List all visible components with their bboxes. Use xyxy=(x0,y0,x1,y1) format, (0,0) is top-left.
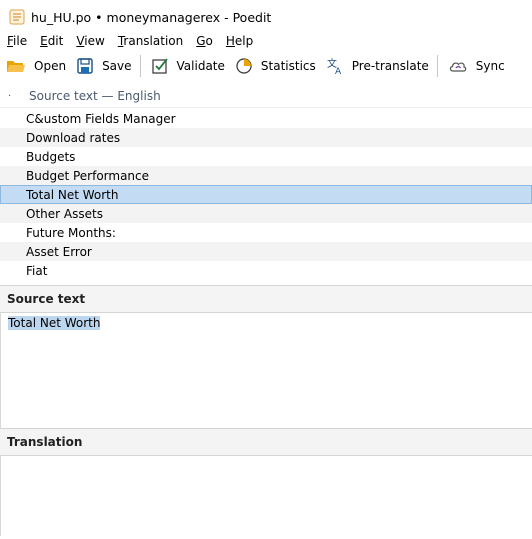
toolbar: Open Save Validate Statistics 文 A Pre-tr… xyxy=(0,51,532,81)
save-label: Save xyxy=(102,59,132,73)
open-button[interactable]: Open xyxy=(6,54,66,78)
menu-help-label: elp xyxy=(234,34,254,48)
list-item[interactable]: Fiat xyxy=(0,261,532,280)
string-list: C&ustom Fields Manager Download rates Bu… xyxy=(0,109,532,280)
string-list-header: · Source text — English xyxy=(0,85,532,108)
pie-chart-icon xyxy=(236,58,252,74)
list-item-selected[interactable]: Total Net Worth xyxy=(0,185,532,204)
statistics-label: Statistics xyxy=(260,59,316,73)
status-column-header: · xyxy=(8,90,12,102)
menu-translation[interactable]: Translation xyxy=(118,34,183,48)
source-text-header: Source text xyxy=(0,285,532,313)
pretranslate-button[interactable]: 文 A Pre-translate xyxy=(326,54,429,78)
menu-view[interactable]: View xyxy=(76,34,104,48)
menu-go[interactable]: Go xyxy=(196,34,213,48)
list-item[interactable]: Budgets xyxy=(0,147,532,166)
list-item[interactable]: Budget Performance xyxy=(0,166,532,185)
list-item[interactable]: Asset Error xyxy=(0,242,532,261)
window-title: hu_HU.po • moneymanagerex - Poedit xyxy=(31,9,272,25)
sync-button[interactable]: Sync xyxy=(448,54,505,78)
validate-button[interactable]: Validate xyxy=(151,54,225,78)
menu-file-label: ile xyxy=(13,34,28,48)
menu-translation-label: ranslation xyxy=(123,34,184,48)
sync-label: Sync xyxy=(475,59,505,73)
poedit-app-icon xyxy=(9,9,25,25)
statistics-button[interactable]: Statistics xyxy=(235,54,316,78)
list-item[interactable]: Download rates xyxy=(0,128,532,147)
translate-icon: 文 A xyxy=(327,57,342,75)
pretranslate-label: Pre-translate xyxy=(351,59,429,73)
list-item[interactable]: Other Assets xyxy=(0,204,532,223)
open-label: Open xyxy=(34,59,67,73)
validate-label: Validate xyxy=(176,59,225,73)
list-item[interactable]: C&ustom Fields Manager xyxy=(0,109,532,128)
check-box-icon xyxy=(151,58,168,74)
save-disk-icon xyxy=(77,58,93,74)
menu-view-label: iew xyxy=(84,34,105,48)
folder-icon xyxy=(7,61,25,72)
menu-go-label: o xyxy=(205,34,213,48)
svg-text:A: A xyxy=(335,67,342,75)
source-text-value: Total Net Worth xyxy=(8,316,101,330)
cloud-sync-icon xyxy=(449,62,467,72)
menu-edit[interactable]: Edit xyxy=(40,34,63,48)
save-button[interactable]: Save xyxy=(76,54,132,78)
menu-help-accel: H xyxy=(225,34,235,48)
source-text-view[interactable]: Total Net Worth xyxy=(0,313,532,428)
menu-file[interactable]: File xyxy=(7,34,27,48)
toolbar-separator-2 xyxy=(436,55,438,77)
menu-go-accel: G xyxy=(196,34,206,48)
menu-edit-accel: E xyxy=(40,34,48,48)
menu-help[interactable]: Help xyxy=(226,34,253,48)
translation-header: Translation xyxy=(0,428,532,456)
list-item[interactable]: Future Months: xyxy=(0,223,532,242)
translation-input[interactable] xyxy=(0,456,532,536)
source-column-header[interactable]: Source text — English xyxy=(29,89,161,103)
menu-bar: File Edit View Translation Go Help xyxy=(0,32,532,50)
menu-edit-label: dit xyxy=(47,34,64,48)
toolbar-separator xyxy=(139,55,141,77)
title-bar: hu_HU.po • moneymanagerex - Poedit xyxy=(0,0,532,34)
